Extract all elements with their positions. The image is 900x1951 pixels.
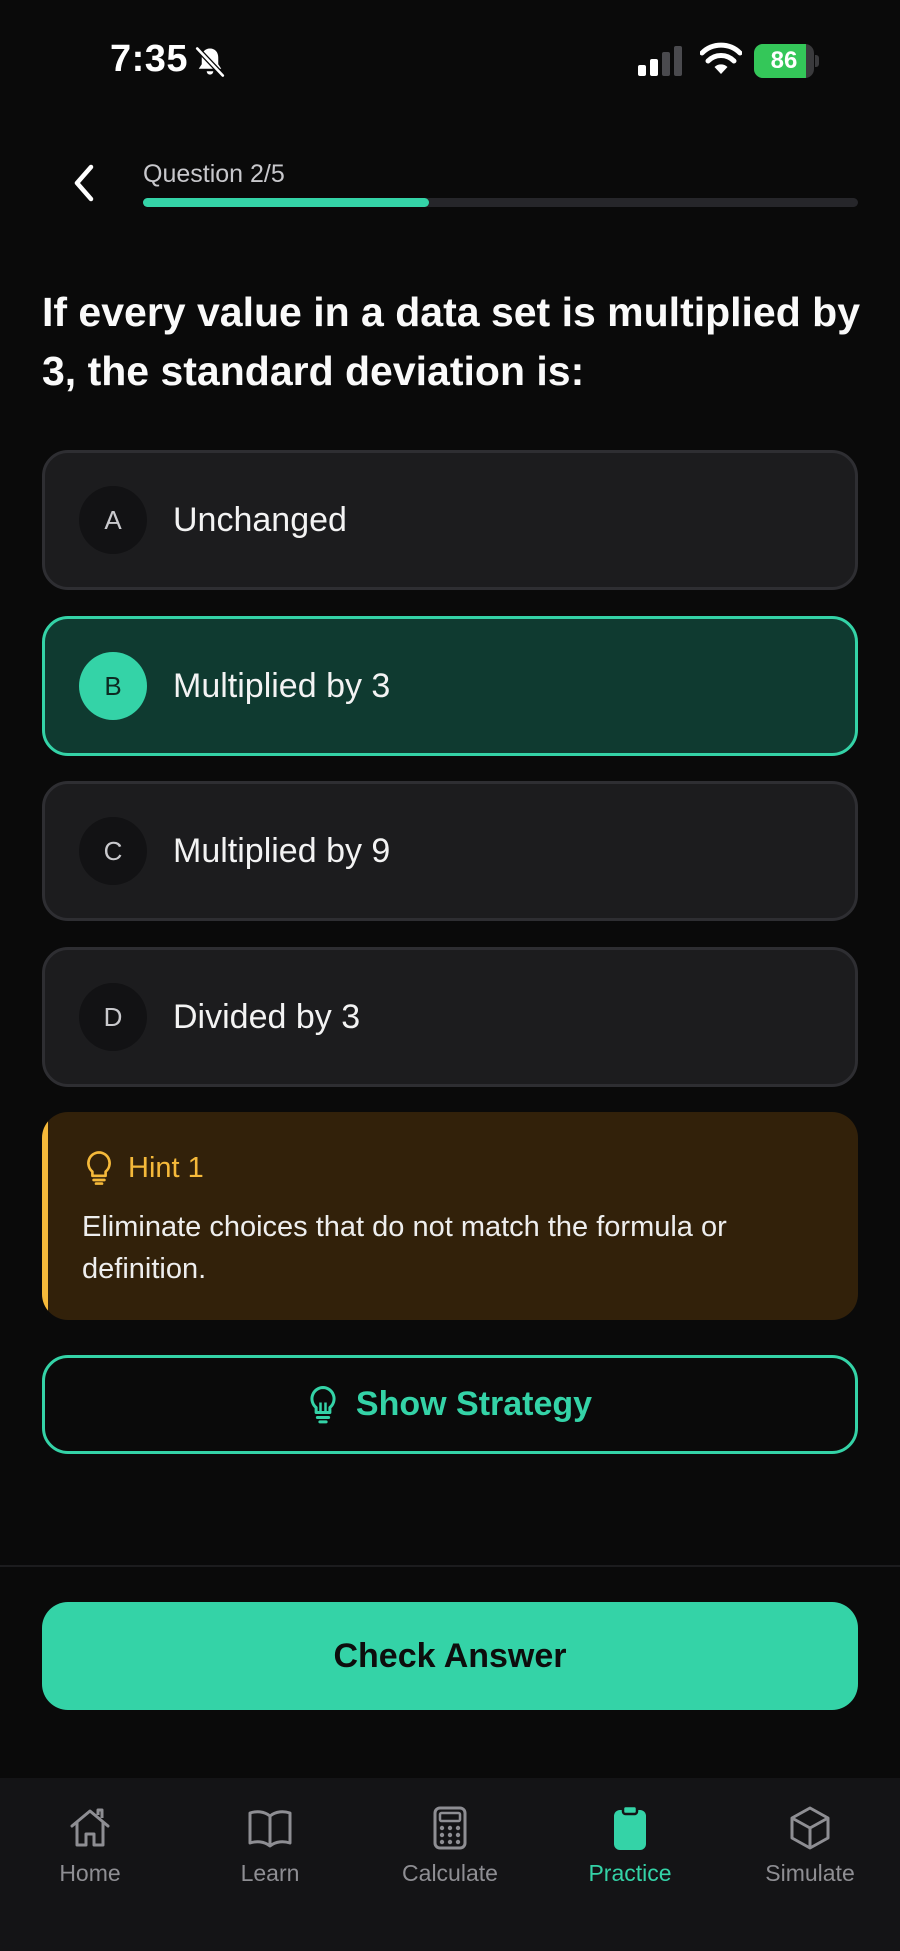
cellular-signal-icon xyxy=(638,46,682,76)
battery-percent: 86 xyxy=(770,47,798,74)
check-answer-label: Check Answer xyxy=(333,1636,567,1675)
option-letter-badge: A xyxy=(79,486,147,554)
hint-accent-bar xyxy=(42,1112,48,1320)
tab-label: Practice xyxy=(588,1860,672,1886)
cube-icon xyxy=(790,1806,830,1850)
tab-label: Calculate xyxy=(402,1860,498,1886)
show-strategy-label: Show Strategy xyxy=(355,1385,593,1423)
hint-title: Hint 1 xyxy=(128,1152,204,1184)
battery-indicator: 86 xyxy=(754,44,820,78)
show-strategy-button[interactable]: Show Strategy xyxy=(42,1355,858,1454)
tab-learn[interactable]: Learn xyxy=(180,1804,360,1904)
check-answer-button[interactable]: Check Answer xyxy=(42,1602,858,1710)
status-bar: 7:35 86 xyxy=(0,0,900,120)
tab-home[interactable]: Home xyxy=(0,1804,180,1904)
hint-body: Eliminate choices that do not match the … xyxy=(82,1211,727,1285)
option-letter-badge: C xyxy=(79,817,147,885)
tab-calculate[interactable]: Calculate xyxy=(360,1804,540,1904)
book-icon xyxy=(248,1810,292,1848)
option-text: Multiplied by 9 xyxy=(173,831,391,870)
question-progress-bar xyxy=(143,198,858,207)
tab-simulate[interactable]: Simulate xyxy=(720,1804,900,1904)
clipboard-icon xyxy=(614,1804,646,1850)
home-icon xyxy=(70,1808,110,1847)
bell-muted-icon xyxy=(194,45,226,79)
chevron-left-icon xyxy=(74,164,94,202)
bottom-tab-bar: Home Learn Calculate Practice Simulate xyxy=(0,1778,900,1951)
hint-card: Hint 1 Eliminate choices that do not mat… xyxy=(42,1112,858,1320)
lightbulb-icon xyxy=(310,1385,336,1423)
question-counter: Question 2/5 xyxy=(143,160,285,188)
tab-label: Home xyxy=(59,1860,121,1886)
wifi-icon xyxy=(700,42,742,74)
option-letter-badge: D xyxy=(79,983,147,1051)
option-letter-badge: B xyxy=(79,652,147,720)
option-text: Unchanged xyxy=(173,500,347,539)
option-text: Divided by 3 xyxy=(173,997,361,1036)
option-text: Multiplied by 3 xyxy=(173,666,391,705)
option-b[interactable]: B Multiplied by 3 xyxy=(42,616,858,756)
option-d[interactable]: D Divided by 3 xyxy=(42,947,858,1087)
divider xyxy=(0,1565,900,1567)
back-button[interactable] xyxy=(62,158,106,208)
tab-label: Learn xyxy=(240,1860,300,1886)
calculator-icon xyxy=(433,1806,467,1850)
tab-practice[interactable]: Practice xyxy=(540,1804,720,1904)
question-text: If every value in a data set is multipli… xyxy=(42,289,861,394)
status-time: 7:35 xyxy=(110,38,189,80)
lightbulb-icon xyxy=(87,1151,111,1185)
progress-fill xyxy=(143,198,429,207)
option-c[interactable]: C Multiplied by 9 xyxy=(42,781,858,921)
tab-label: Simulate xyxy=(765,1860,855,1886)
option-a[interactable]: A Unchanged xyxy=(42,450,858,590)
